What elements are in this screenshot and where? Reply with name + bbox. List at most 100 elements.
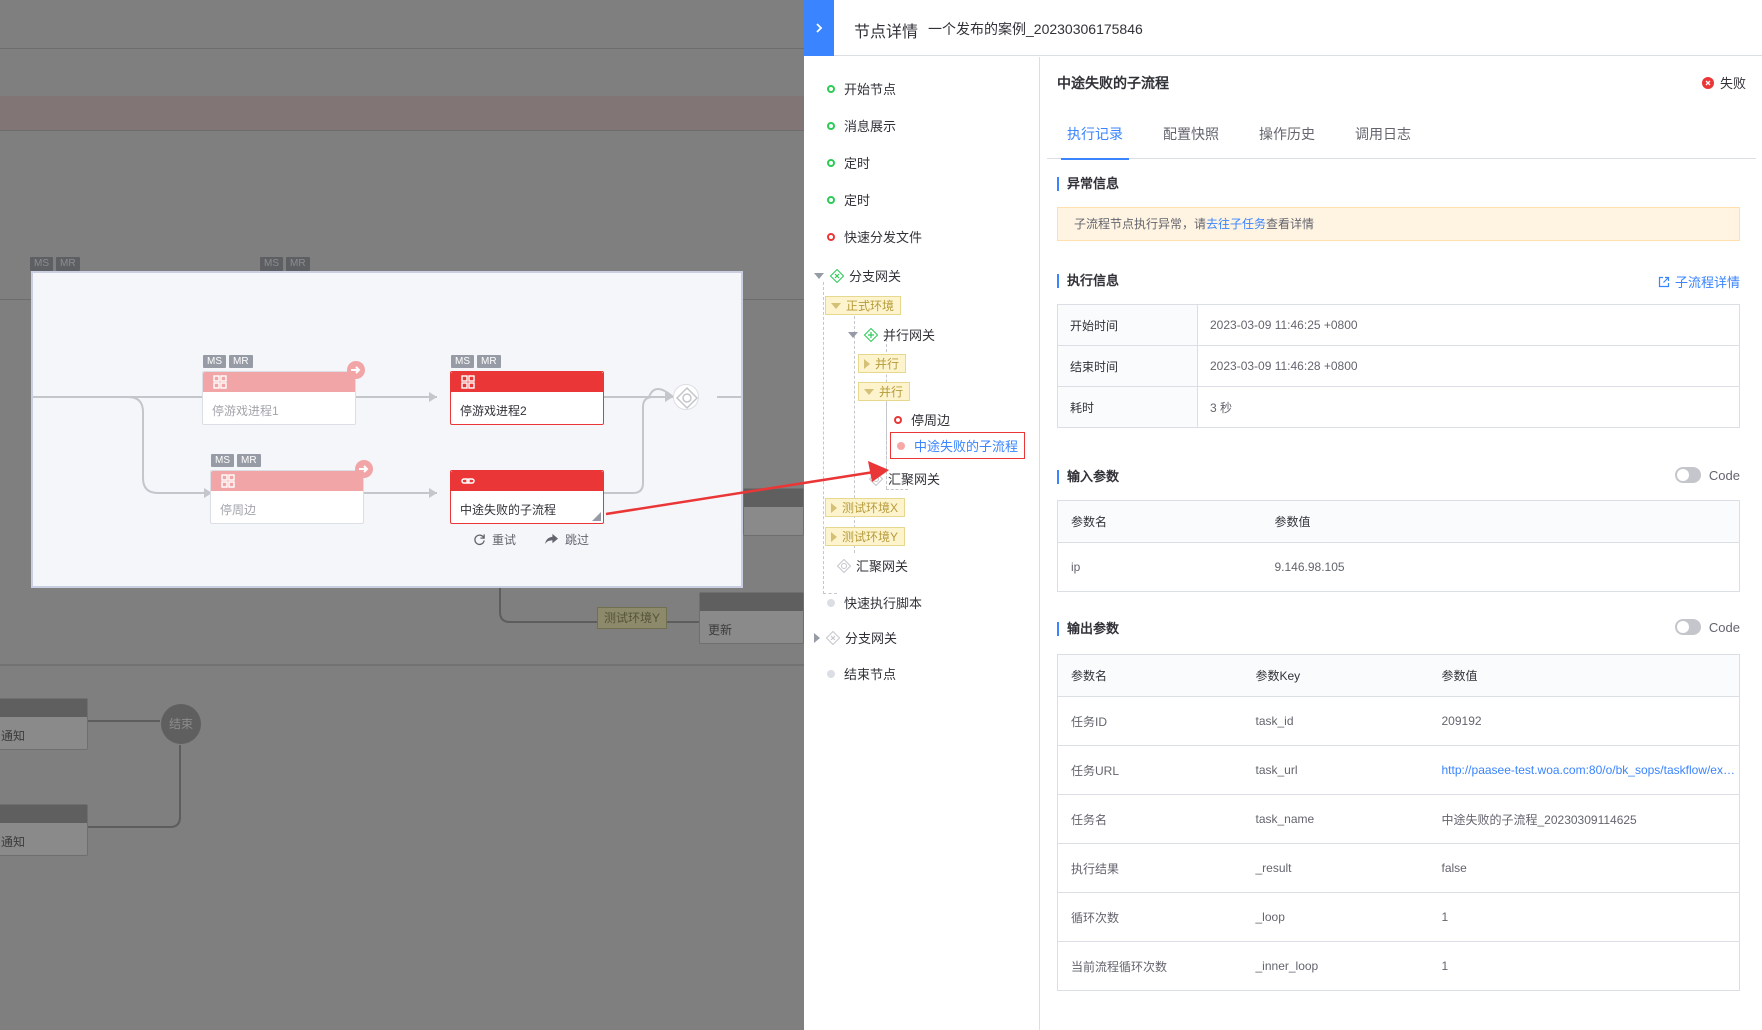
tree-item-label: 快速执行脚本 [844,596,923,611]
table-row: 结束时间 2023-03-09 11:46:28 +0800 [1057,345,1740,387]
retry-button[interactable]: 重试 [473,531,516,548]
flow-node-failed-subflow[interactable]: 中途失败的子流程 [450,470,604,524]
node-tag-group: MS MR [451,355,501,368]
tab-execution-record[interactable]: 执行记录 [1047,111,1143,160]
zoomed-canvas-inset: MS MR 停游戏进程1 MS MR 停游戏进程2 MS MR 停周边 中途失败… [31,271,743,588]
param-key: task_url [1242,745,1429,795]
skip-icon [545,533,559,545]
tree-item-label: 消息展示 [844,119,897,134]
subflow-detail-link[interactable]: 子流程详情 [1658,272,1740,291]
tree-item-end[interactable]: 结束节点 [827,664,896,683]
bg-node-update[interactable]: 更新 [699,592,804,644]
collapse-panel-button[interactable] [804,0,834,56]
tree-item-condition[interactable]: 并行 [858,382,911,401]
tree-item-condition[interactable]: 测试环境X [825,498,906,517]
code-switch[interactable] [1674,467,1701,483]
caret-right-icon[interactable] [814,632,820,643]
tab-operation-history[interactable]: 操作历史 [1239,111,1335,159]
status-success-icon [827,158,835,167]
end-node[interactable]: 结束 [161,704,201,744]
tree-guide-line [823,282,824,594]
bg-condition-label[interactable]: 测试环境Y [597,607,668,629]
tree-item-label: 定时 [844,193,871,208]
tree-item-converge-gateway[interactable]: 汇聚网关 [837,556,908,575]
node-tree: 开始节点 消息展示 定时 定时 快速分发文件 分支网关 正式环境 并行网关 并行… [804,57,1040,1030]
node-tag-group: MS MR [203,355,253,368]
tab-call-log[interactable]: 调用日志 [1335,111,1431,159]
tree-item-label: 汇聚网关 [856,559,909,574]
tree-item-branch-gateway[interactable]: 分支网关 [814,628,897,647]
tab-config-snapshot[interactable]: 配置快照 [1143,111,1239,159]
status-success-icon [827,195,835,204]
tree-item-start[interactable]: 开始节点 [827,79,896,98]
caret-down-icon[interactable] [831,302,841,309]
tree-item-condition[interactable]: 并行 [858,354,907,373]
condition-label: 并行 [875,357,900,371]
tree-item-label: 停周边 [911,413,951,428]
flow-node-stop-game-2[interactable]: 停游戏进程2 [450,371,604,425]
caret-right-icon[interactable] [864,358,870,369]
bg-node-notify[interactable]: 通知 [0,698,88,750]
parallel-gateway-icon [864,327,878,342]
param-name: ip [1057,542,1262,592]
tag-ms: MS [203,355,226,368]
tree-item-condition[interactable]: 正式环境 [825,296,902,315]
node-actions: 重试 跳过 [473,531,589,548]
param-key: _inner_loop [1242,941,1429,991]
tree-item-parallel-gateway[interactable]: 并行网关 [848,325,935,344]
task-url-link[interactable]: http://paasee-test.woa.com:80/o/bk_sops/… [1428,745,1740,795]
tree-item-timer[interactable]: 定时 [827,190,870,209]
tree-item-label: 汇聚网关 [888,472,941,487]
input-params-table: 参数名 参数值 ip 9.146.98.105 [1057,500,1740,592]
code-switch[interactable] [1674,619,1701,635]
param-name: 任务URL [1057,745,1243,795]
tree-item-file-dispatch[interactable]: 快速分发文件 [827,227,922,246]
skip-label: 跳过 [565,533,590,547]
tag-mr: MR [477,355,501,368]
subflow-link-icon [461,478,475,484]
tree-item-message[interactable]: 消息展示 [827,116,896,135]
skip-button[interactable]: 跳过 [544,531,589,548]
section-title-output: 输出参数 [1057,622,1119,636]
input-code-toggle: Code [1674,467,1740,483]
caret-down-icon[interactable] [814,272,824,279]
tree-item-condition[interactable]: 测试环境Y [825,527,906,546]
caret-right-icon[interactable] [831,502,837,513]
table-row: 当前流程循环次数 _inner_loop 1 [1057,941,1740,991]
caret-down-icon[interactable] [864,388,874,395]
tag-mr: MR [229,355,253,368]
tree-item-branch-gateway[interactable]: 分支网关 [814,266,901,285]
tree-item-exec-script[interactable]: 快速执行脚本 [827,593,922,612]
error-alert: 子流程节点执行异常，请去往子任务查看详情 [1057,207,1740,241]
tag-ms: MS [451,355,474,368]
tree-item-failed-subflow[interactable]: 中途失败的子流程 [890,432,1026,459]
status-success-icon [827,84,835,93]
go-to-subtask-link[interactable]: 去往子任务 [1206,217,1266,231]
status-failed-icon [894,415,902,424]
column-header: 参数值 [1428,654,1740,697]
bg-node-label: 通知 [1,729,26,743]
tree-item-stop-periphery[interactable]: 停周边 [894,410,950,429]
zoom-edges [33,388,741,498]
flow-node-stop-game-1[interactable]: 停游戏进程1 [202,371,356,425]
converge-gateway-icon[interactable] [673,384,699,410]
panel-title: 节点详情 [854,24,919,41]
tree-item-timer[interactable]: 定时 [827,153,870,172]
caret-right-icon[interactable] [831,531,837,542]
panel-header: 节点详情 一个发布的案例_20230306175846 [804,0,1762,56]
jump-icon [347,361,365,379]
table-header: 参数名 参数值 [1057,500,1740,543]
flow-node-stop-periphery[interactable]: 停周边 [210,470,364,524]
branch-gateway-icon [826,630,840,645]
caret-down-icon[interactable] [848,331,858,338]
param-name: 当前流程循环次数 [1057,941,1243,991]
jump-icon [355,460,373,478]
tree-item-label: 定时 [844,156,871,171]
tree-item-converge-gateway[interactable]: 汇聚网关 [869,469,940,488]
bg-node-label: 更新 [708,623,733,637]
panel-subtitle: 一个发布的案例_20230306175846 [928,21,1143,37]
tree-item-label: 中途失败的子流程 [914,439,1019,454]
condition-label: 测试环境Y [842,530,899,544]
status-failed-icon [827,232,835,241]
bg-node-notify[interactable]: 通知 [0,804,88,856]
